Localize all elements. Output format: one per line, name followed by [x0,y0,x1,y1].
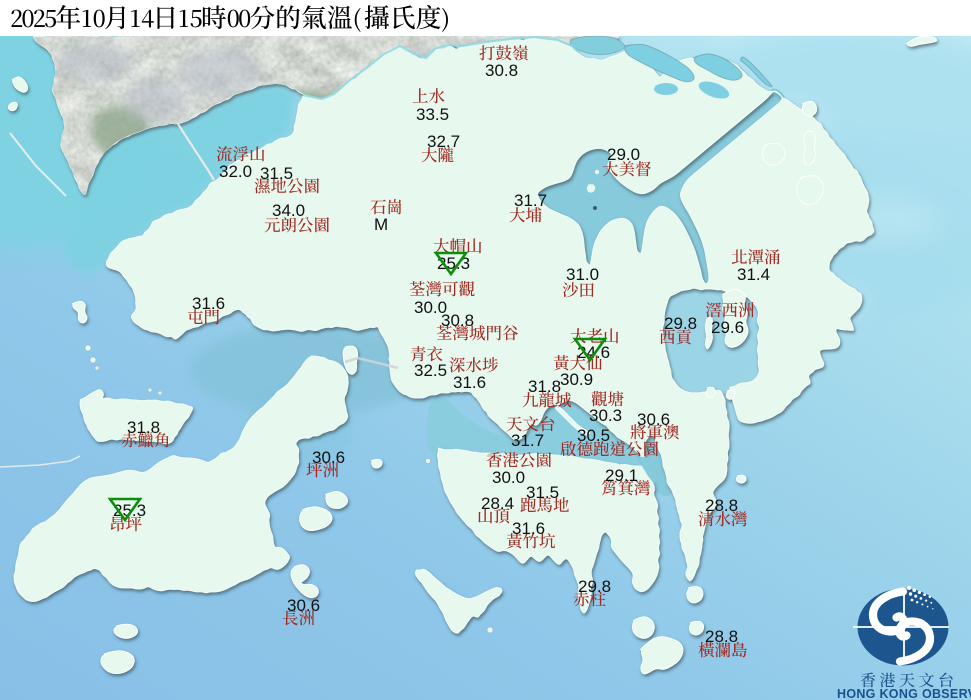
svg-text:32.7: 32.7 [427,132,460,151]
svg-text:31.6: 31.6 [192,294,225,313]
svg-text:30.6: 30.6 [287,596,320,615]
svg-text:30.3: 30.3 [589,406,622,425]
svg-text:30.8: 30.8 [485,61,518,80]
svg-text:28.8: 28.8 [705,627,738,646]
svg-text:31.8: 31.8 [528,377,561,396]
svg-text:29.8: 29.8 [664,314,697,333]
svg-text:30.6: 30.6 [312,448,345,467]
svg-text:30.0: 30.0 [492,468,525,487]
svg-text:HONG KONG OBSERVATORY: HONG KONG OBSERVATORY [837,687,971,700]
svg-text:31.8: 31.8 [127,418,160,437]
svg-text:28.4: 28.4 [481,494,514,513]
svg-text:31.6: 31.6 [453,373,486,392]
svg-text:34.0: 34.0 [272,201,305,220]
svg-text:30.5: 30.5 [577,426,610,445]
svg-text:29.1: 29.1 [605,466,638,485]
svg-text:31.0: 31.0 [566,265,599,284]
svg-text:32.0: 32.0 [219,162,252,181]
svg-text:31.5: 31.5 [526,483,559,502]
svg-text:33.5: 33.5 [416,105,449,124]
svg-text:31.7: 31.7 [511,431,544,450]
svg-text:30.9: 30.9 [560,370,593,389]
svg-text:28.8: 28.8 [705,496,738,515]
svg-text:30.6: 30.6 [637,410,670,429]
svg-text:M: M [374,215,388,234]
svg-text:31.5: 31.5 [260,164,293,183]
svg-text:29.6: 29.6 [711,318,744,337]
svg-text:29.0: 29.0 [607,145,640,164]
svg-text:31.7: 31.7 [514,191,547,210]
svg-text:30.8: 30.8 [441,311,474,330]
svg-text:31.6: 31.6 [512,519,545,538]
svg-text:31.4: 31.4 [737,265,770,284]
svg-text:29.8: 29.8 [578,577,611,596]
svg-text:32.5: 32.5 [414,361,447,380]
